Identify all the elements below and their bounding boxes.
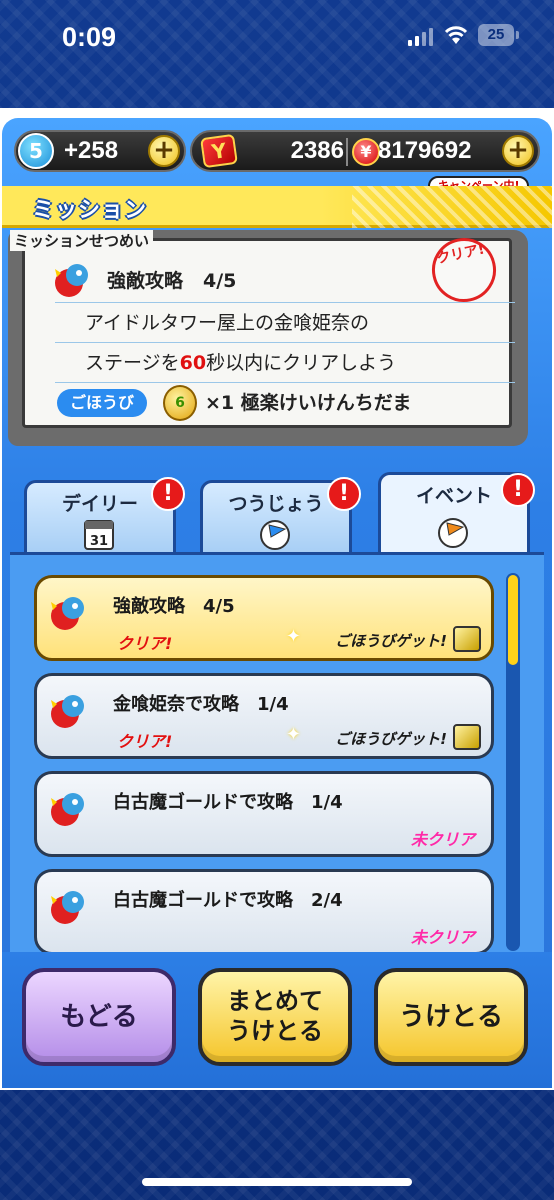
tab-normal-alert-badge: ! — [327, 477, 361, 511]
medal-icon: 6 — [163, 385, 197, 421]
status-bar: 0:09 25 — [0, 0, 554, 72]
mission-character-icon — [51, 597, 84, 630]
list-item-title: 金喰姫奈で攻略 1/4 — [113, 694, 289, 715]
treasure-chest-icon — [453, 626, 481, 652]
tab-normal[interactable]: つうじょう ! — [200, 477, 361, 552]
home-indicator[interactable] — [142, 1178, 412, 1186]
scrollbar[interactable] — [506, 573, 520, 951]
receive-all-line1: まとめて — [227, 987, 323, 1015]
wifi-icon — [444, 26, 468, 44]
battery-indicator: 25 — [478, 24, 519, 46]
list-item-status: クリア! — [117, 732, 173, 751]
signal-icon — [408, 26, 434, 46]
mission-character-icon — [51, 793, 84, 826]
tab-event[interactable]: イベント ! — [378, 472, 535, 552]
tab-daily-alert-badge: ! — [151, 477, 185, 511]
add-stamina-button[interactable]: + — [148, 135, 180, 167]
add-currency-button[interactable]: + — [502, 135, 534, 167]
status-time: 0:09 — [62, 22, 117, 52]
svg-text:31: 31 — [90, 534, 108, 549]
mission-description-line1: アイドルタワー屋上の金喰姫奈の — [55, 303, 515, 343]
flag-icon — [260, 520, 290, 550]
money-count: 8179692 — [378, 137, 472, 164]
time-limit-number: 60 — [179, 352, 207, 374]
mission-list[interactable]: 強敵攻略 4/5 クリア! ✦ ごほうびゲット! 金喰姫奈で攻略 1/4 クリア! … — [10, 552, 544, 955]
scroll-thumb[interactable] — [508, 575, 518, 665]
list-item-title: 強敵攻略 4/5 — [113, 596, 235, 617]
description-label: ミッションせつめい — [10, 230, 154, 251]
money-icon: ¥ — [352, 138, 380, 166]
sparkle-icon: ✦ — [285, 626, 301, 647]
sparkle-icon: ✦ — [285, 724, 301, 745]
stamina-value: +258 — [64, 137, 119, 164]
list-item[interactable]: 白古魔ゴールドで攻略 1/4 未クリア — [34, 771, 494, 857]
treasure-chest-icon — [453, 724, 481, 750]
list-item-status: クリア! — [117, 634, 173, 653]
calendar-icon: 31 — [84, 520, 114, 550]
back-button[interactable]: もどる — [22, 968, 176, 1066]
mission-header: ミッション — [2, 186, 552, 228]
tab-event-alert-badge: ! — [501, 473, 535, 507]
mission-character-icon — [55, 264, 88, 297]
list-item[interactable]: 白古魔ゴールドで攻略 2/4 未クリア — [34, 869, 494, 955]
event-flag-icon — [438, 518, 468, 548]
mission-character-icon — [51, 891, 84, 924]
mission-tabs: デイリー 31 ! つうじょう ! イベント ! — [2, 472, 552, 552]
mission-character-icon — [51, 695, 84, 728]
page-title: ミッション — [32, 198, 148, 223]
list-item[interactable]: 強敵攻略 4/5 クリア! ✦ ごほうびゲット! — [34, 575, 494, 661]
reward-text: ×1 極楽けいけんちだま — [205, 392, 412, 414]
stamina-level-badge: 5 — [18, 133, 54, 169]
reward-get-label: ごほうびゲット! — [335, 730, 447, 748]
list-item[interactable]: 金喰姫奈で攻略 1/4 クリア! ✦ ごほうびゲット! — [34, 673, 494, 759]
receive-button[interactable]: うけとる — [374, 968, 528, 1066]
reward-get-label: ごほうびゲット! — [335, 632, 447, 650]
mission-reward-row: ごほうび 6 ×1 極楽けいけんちだま — [55, 383, 515, 423]
list-item-title: 白古魔ゴールドで攻略 2/4 — [113, 890, 343, 911]
tab-daily[interactable]: デイリー 31 ! — [24, 477, 185, 552]
receive-all-button[interactable]: まとめて うけとる — [198, 968, 352, 1066]
mission-progress: 4/5 — [203, 270, 237, 292]
gem-icon: Y — [200, 133, 238, 169]
gem-count: 2386 — [290, 137, 344, 164]
mission-description-line2: ステージを60秒以内にクリアしよう — [55, 343, 515, 383]
receive-all-line2: うけとる — [227, 1017, 323, 1045]
bottom-action-bar: もどる まとめて うけとる うけとる — [2, 952, 552, 1088]
mission-title: 強敵攻略 — [107, 270, 184, 292]
list-item-status: 未クリア — [410, 830, 475, 849]
divider — [346, 138, 348, 166]
mission-screen: 5 +258 + Y 2386 ¥ 8179692 + キャンペーン中! ミッシ… — [2, 118, 552, 1088]
stamina-pill: 5 +258 + — [14, 130, 186, 172]
line2-suffix: 秒以内にクリアしよう — [206, 352, 397, 374]
list-item-title: 白古魔ゴールドで攻略 1/4 — [113, 792, 343, 813]
currency-pill: Y 2386 ¥ 8179692 + — [190, 130, 540, 172]
resource-bar: 5 +258 + Y 2386 ¥ 8179692 + キャンペーン中! — [10, 130, 544, 196]
reward-label: ごほうび — [57, 389, 147, 417]
line2-prefix: ステージを — [85, 352, 180, 374]
list-item-status: 未クリア — [410, 928, 475, 947]
